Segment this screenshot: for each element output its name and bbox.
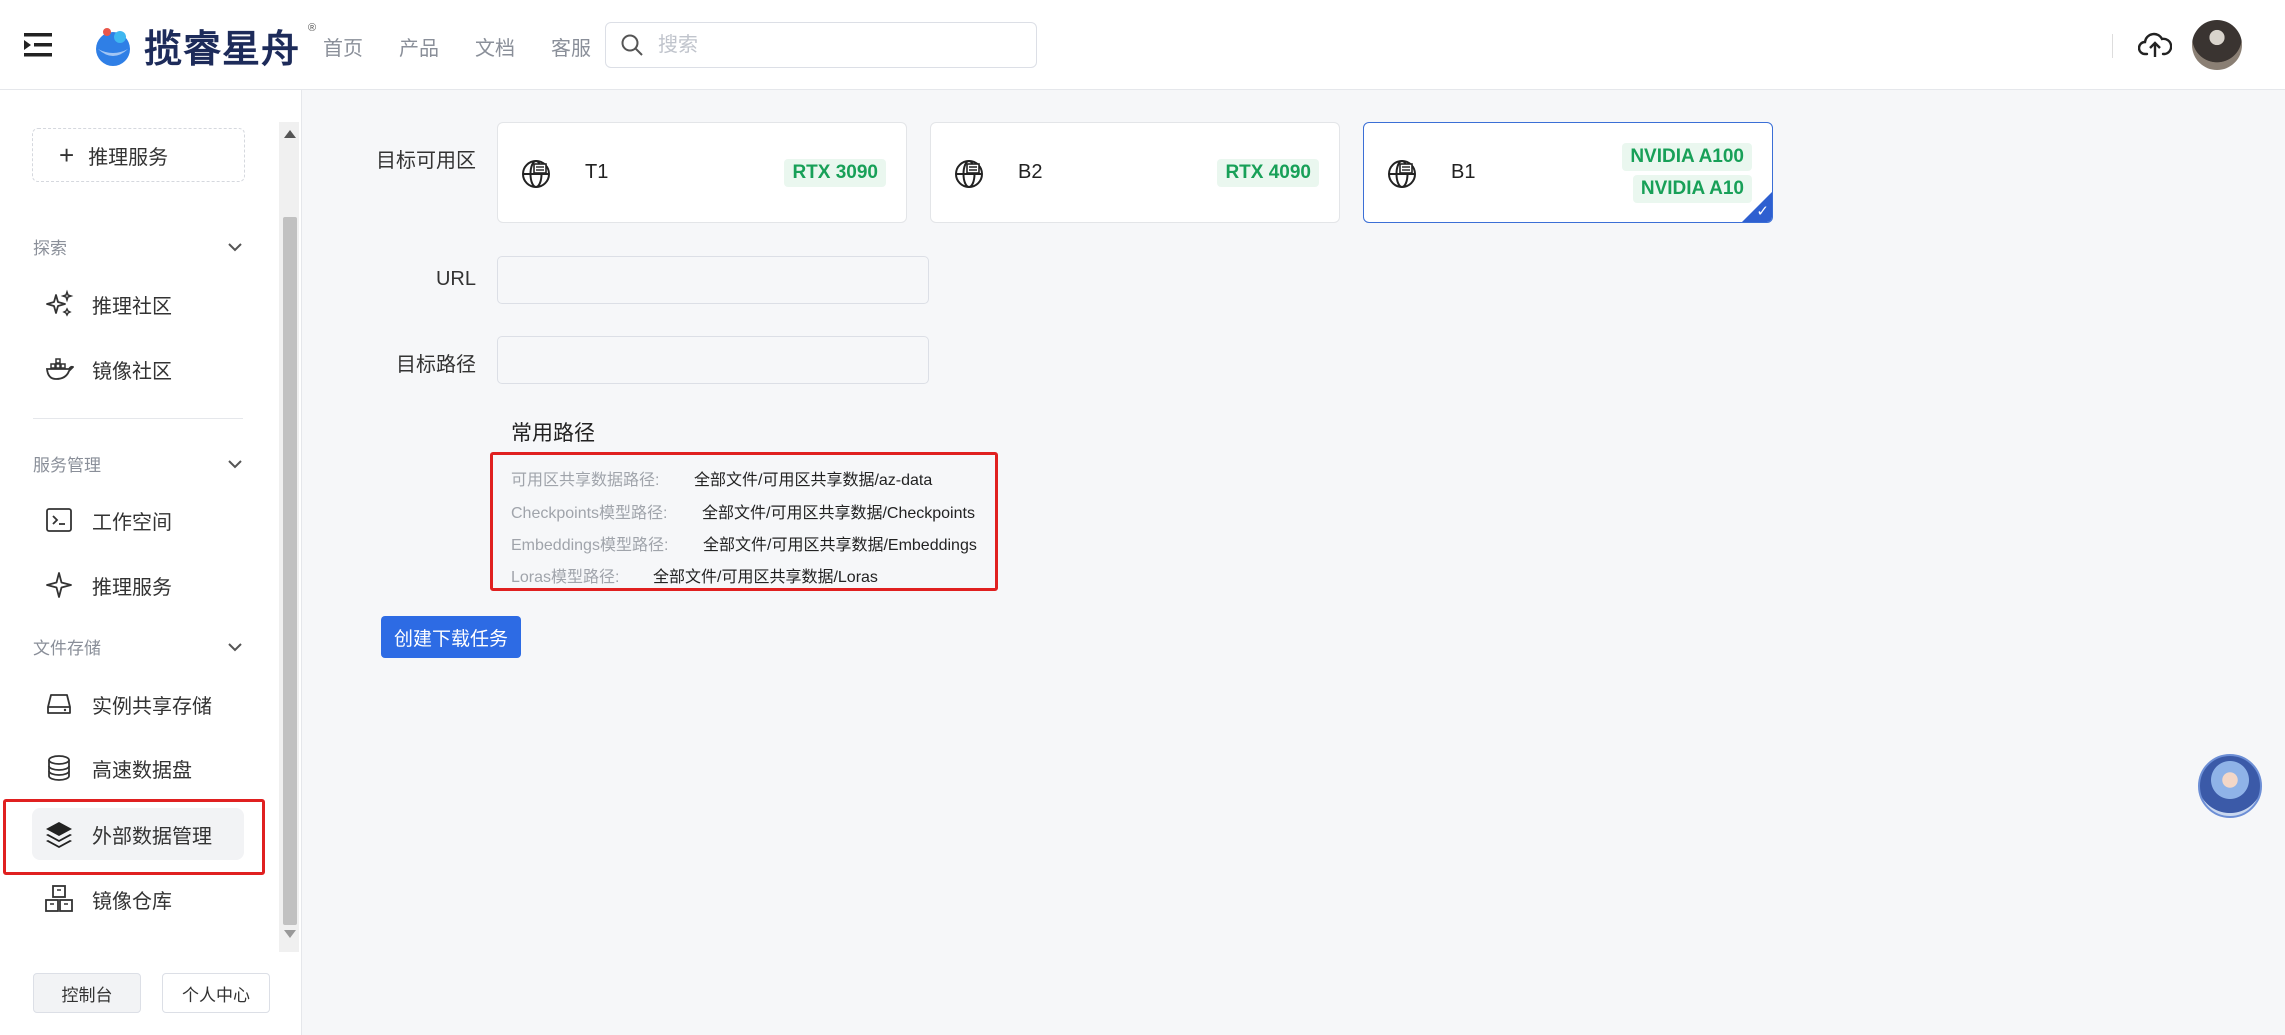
section-explore[interactable]: 探索 [33,234,243,259]
common-path-row[interactable]: Embeddings模型路径: 全部文件/可用区共享数据/Embeddings [511,531,977,555]
sidebar-item-label: 镜像仓库 [92,890,172,913]
scroll-down-icon[interactable] [284,930,296,938]
sidebar-item-external-data-management[interactable]: 外部数据管理 [32,808,244,860]
section-file-storage[interactable]: 文件存储 [33,634,243,659]
scroll-up-icon[interactable] [284,130,296,138]
nav-products[interactable]: 产品 [399,32,439,61]
common-path-row[interactable]: Checkpoints模型路径: 全部文件/可用区共享数据/Checkpoints [511,499,975,523]
url-input[interactable] [497,256,929,304]
section-title: 文件存储 [33,639,101,658]
gpu-tag: RTX 4090 [1217,158,1319,187]
path-key: Checkpoints模型路径: [511,505,668,522]
gpu-tag: RTX 3090 [784,158,886,187]
globe-icon [955,160,983,188]
globe-icon [1388,160,1416,188]
zone-card-t1[interactable]: T1 RTX 3090 [497,122,907,223]
sidebar-item-label: 高速数据盘 [92,759,192,782]
sparkles-icon [46,289,74,317]
search-box [605,22,1037,68]
sparkle-icon [46,572,72,598]
nav-docs[interactable]: 文档 [475,32,515,61]
target-path-input[interactable] [497,336,929,384]
logo[interactable]: 揽睿星舟 ® [90,18,316,73]
sidebar-item-label: 实例共享存储 [92,695,212,718]
terminal-icon [46,508,72,532]
top-header: 揽睿星舟 ® 首页 产品 文档 客服 [0,0,2285,90]
zone-card-b1[interactable]: B1 NVIDIA A100 NVIDIA A10 ✓ [1363,122,1773,223]
sidebar-item-high-speed-disk[interactable]: 高速数据盘 [32,742,244,794]
path-key: Loras模型路径: [511,569,620,586]
sidebar-item-inference-service[interactable]: 推理服务 [32,559,244,611]
section-service-management[interactable]: 服务管理 [33,451,243,476]
path-value[interactable]: 全部文件/可用区共享数据/Checkpoints [702,505,975,522]
sidebar-item-label: 工作空间 [92,511,172,534]
gpu-tags: NVIDIA A100 NVIDIA A10 [1622,123,1752,222]
sidebar-item-label: 推理服务 [92,576,172,599]
sidebar-item-image-repository[interactable]: 镜像仓库 [32,873,244,925]
create-download-task-button[interactable]: 创建下载任务 [381,616,521,658]
path-value[interactable]: 全部文件/可用区共享数据/Loras [653,569,878,586]
sidebar-divider [33,418,243,419]
sidebar-item-instance-shared-storage[interactable]: 实例共享存储 [32,678,244,730]
boxes-icon [45,885,73,912]
chevron-down-icon [228,242,242,251]
logo-mark-icon [96,27,130,66]
sidebar-item-workspace[interactable]: 工作空间 [32,494,244,546]
assistant-avatar[interactable] [2198,754,2262,818]
zone-name: B2 [1018,161,1043,183]
logo-text: 揽睿星舟 [144,29,301,71]
console-button[interactable]: 控制台 [33,973,141,1013]
path-value[interactable]: 全部文件/可用区共享数据/az-data [694,472,932,489]
nav-home[interactable]: 首页 [323,32,363,61]
url-label: URL [435,268,476,290]
chevron-down-icon [228,459,242,468]
globe-icon [522,160,550,188]
check-icon: ✓ [1756,203,1769,220]
plus-icon: + [59,140,75,170]
zone-card-b2[interactable]: B2 RTX 4090 [930,122,1340,223]
path-key: 可用区共享数据路径: [511,472,660,489]
add-inference-service-button[interactable]: + 推理服务 [32,128,245,182]
path-value[interactable]: 全部文件/可用区共享数据/Embeddings [703,537,977,554]
gpu-tags: RTX 4090 [1217,123,1319,222]
zone-label: 目标可用区 [376,150,476,172]
zone-name: B1 [1451,161,1476,183]
path-key: Embeddings模型路径: [511,537,669,554]
sidebar-item-label: 镜像社区 [92,360,172,383]
sidebar-item-label: 推理社区 [92,295,172,318]
sidebar-item-label: 外部数据管理 [92,825,212,848]
sidebar: + 推理服务 探索 推理社区 镜像社区 服务管理 工作空间 推理服务 文件存储 … [0,90,302,1035]
add-button-label: 推理服务 [88,146,169,169]
header-divider [2112,34,2113,58]
cloud-upload-icon[interactable] [2138,30,2172,60]
registered-mark: ® [308,22,317,34]
target-path-label: 目标路径 [396,354,476,376]
database-icon [48,755,70,781]
search-icon [621,34,643,56]
sidebar-scroll-thumb[interactable] [283,217,297,925]
gpu-tag: NVIDIA A10 [1632,174,1752,203]
common-paths-title: 常用路径 [511,422,595,445]
user-avatar[interactable] [2192,20,2242,70]
section-title: 服务管理 [33,456,101,475]
personal-center-button[interactable]: 个人中心 [162,973,270,1013]
layers-icon [46,822,72,848]
common-path-row[interactable]: 可用区共享数据路径: 全部文件/可用区共享数据/az-data [511,466,932,490]
section-title: 探索 [33,239,67,258]
sidebar-item-inference-community[interactable]: 推理社区 [32,278,244,330]
zone-name: T1 [585,161,609,183]
menu-toggle-icon[interactable] [22,30,56,60]
nav-support[interactable]: 客服 [551,32,591,61]
docker-icon [46,358,74,380]
chevron-down-icon [228,642,242,651]
gpu-tags: RTX 3090 [784,123,886,222]
top-nav: 首页 产品 文档 客服 [323,32,591,61]
sidebar-item-image-community[interactable]: 镜像社区 [32,343,244,395]
search-input[interactable] [658,33,1018,57]
hard-drive-icon [47,694,71,714]
common-path-row[interactable]: Loras模型路径: 全部文件/可用区共享数据/Loras [511,563,878,587]
gpu-tag: NVIDIA A100 [1622,142,1752,171]
